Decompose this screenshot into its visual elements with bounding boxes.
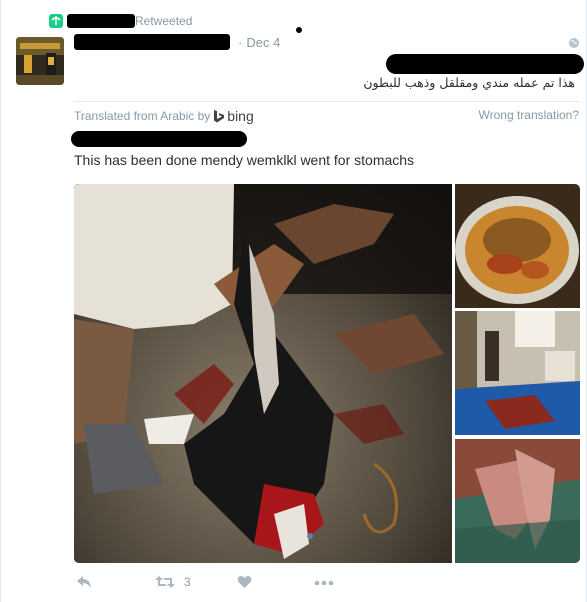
wrong-translation-link[interactable]: Wrong translation? [479,108,580,124]
retweet-count: 3 [184,575,191,589]
bing-label: bing [227,108,254,124]
bing-logo: bing [213,108,254,124]
redacted-text-block [386,54,584,74]
media-photo-food[interactable] [455,184,580,308]
retweet-context: Retweeted [49,13,192,29]
globe-icon [568,36,580,48]
more-icon [314,580,334,586]
bing-icon [214,109,225,122]
redacted-translation-line [71,131,247,147]
tweet-text-translated: This has been done mendy wemklkl went fo… [74,152,415,168]
more-button[interactable] [314,580,334,586]
like-icon [237,576,252,588]
avatar[interactable] [16,37,64,85]
redacted-retweeter[interactable] [67,14,135,28]
tweet-date[interactable]: Dec 4 [246,35,280,50]
tweet-card: Retweeted · Dec 4 هذا تم عمله مندي ومقلق… [0,0,587,602]
reply-icon [77,576,91,588]
media-grid [74,184,580,563]
redacted-author-name[interactable] [74,34,230,50]
retweet-label: Retweeted [135,14,193,28]
translation-credit: Translated from Arabic by [74,109,211,123]
retweet-action-icon [155,576,175,588]
redaction-mark [296,27,302,33]
like-button[interactable] [237,575,252,589]
tweet-text-original: هذا تم عمله مندي ومقلقل وذهب للبطون [363,75,575,90]
reply-button[interactable] [76,575,92,589]
tweet-header: · Dec 4 [74,33,280,51]
media-photo-room[interactable] [455,311,580,435]
translation-bar: Translated from Arabic by bing Wrong tra… [74,101,579,124]
retweet-icon [49,14,63,28]
media-photo-main[interactable] [74,184,452,563]
retweet-button[interactable]: 3 [155,575,191,589]
media-photo-carcass[interactable] [455,439,580,563]
tweet-actions: 3 [74,575,394,593]
